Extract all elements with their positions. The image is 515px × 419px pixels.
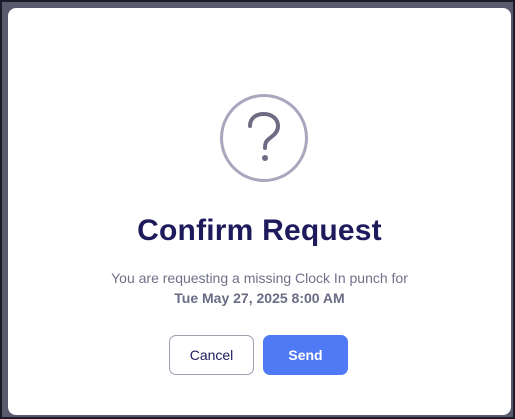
cancel-button[interactable]: Cancel	[169, 335, 254, 375]
send-button[interactable]: Send	[263, 335, 348, 375]
dialog-title: Confirm Request	[137, 214, 382, 247]
modal-overlay: Confirm Request You are requesting a mis…	[0, 0, 515, 419]
question-mark-icon	[220, 94, 308, 182]
message-text: You are requesting a missing Clock In pu…	[111, 270, 408, 286]
punch-datetime: Tue May 27, 2025 8:00 AM	[174, 290, 345, 306]
dialog-message: You are requesting a missing Clock In pu…	[8, 268, 511, 308]
confirm-request-dialog: Confirm Request You are requesting a mis…	[8, 8, 511, 415]
